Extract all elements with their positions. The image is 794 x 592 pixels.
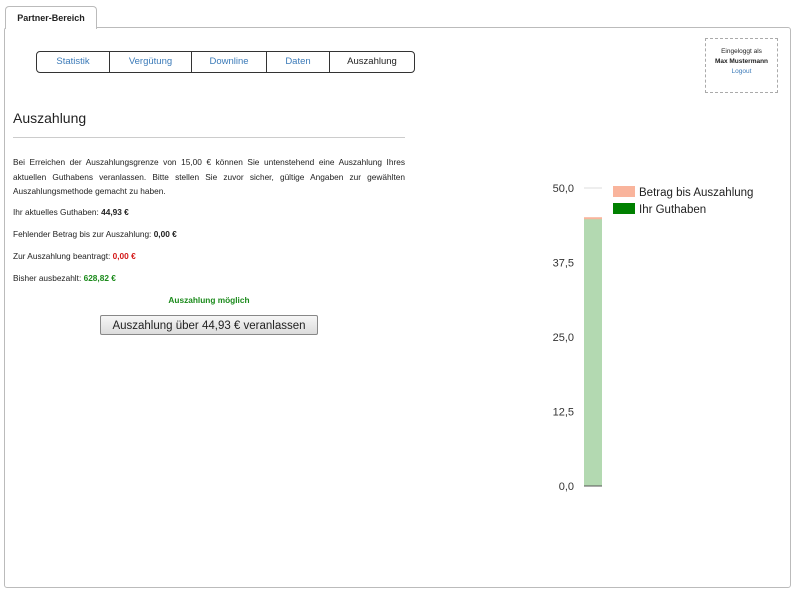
y-tick-label: 37,5 — [553, 258, 574, 270]
requested-label: Zur Auszahlung beantragt: — [13, 251, 111, 261]
nav-daten[interactable]: Daten — [267, 52, 330, 72]
legend-label: Ihr Guthaben — [639, 204, 706, 216]
y-tick-label: 25,0 — [553, 332, 574, 344]
y-tick-label: 12,5 — [553, 407, 574, 419]
divider — [13, 137, 405, 138]
page-title: Auszahlung — [13, 110, 87, 126]
request-payout-button[interactable]: Auszahlung über 44,93 € veranlassen — [100, 315, 318, 335]
legend-label: Betrag bis Auszahlung — [639, 187, 753, 199]
legend-swatch — [613, 203, 635, 214]
tab-partner-bereich[interactable]: Partner-Bereich — [5, 6, 97, 29]
missing-line: Fehlender Betrag bis zur Auszahlung: 0,0… — [13, 229, 177, 239]
payout-possible-text: Auszahlung möglich — [168, 295, 250, 305]
balance-label: Ihr aktuelles Guthaben: — [13, 207, 99, 217]
balance-line: Ihr aktuelles Guthaben: 44,93 € — [13, 207, 129, 217]
y-tick-label: 50,0 — [553, 183, 574, 195]
login-box: Eingeloggt als Max Mustermann Logout — [705, 38, 778, 93]
nav-statistik[interactable]: Statistik — [37, 52, 110, 72]
requested-line: Zur Auszahlung beantragt: 0,00 € — [13, 251, 136, 261]
legend-swatch — [613, 186, 635, 197]
login-status: Eingeloggt als — [721, 48, 762, 55]
login-user: Max Mustermann — [714, 58, 769, 65]
requested-value: 0,00 € — [112, 251, 136, 261]
missing-label: Fehlender Betrag bis zur Auszahlung: — [13, 229, 152, 239]
missing-value: 0,00 € — [153, 229, 177, 239]
nav-auszahlung[interactable]: Auszahlung — [330, 52, 414, 72]
paid-line: Bisher ausbezahlt: 628,82 € — [13, 273, 116, 283]
balance-value: 44,93 € — [101, 207, 129, 217]
balance-chart: 0,0 12,5 25,0 37,5 50,0 Betrag bis Auszahlung… — [553, 183, 754, 493]
paid-label: Bisher ausbezahlt: — [13, 273, 82, 283]
paid-value: 628,82 € — [83, 273, 116, 283]
description-text: Bei Erreichen der Auszahlungsgrenze von … — [13, 157, 405, 196]
nav-downline[interactable]: Downline — [192, 52, 267, 72]
section-nav: Statistik Vergütung Downline Daten Ausza… — [36, 51, 415, 73]
logout-link[interactable]: Logout — [706, 67, 777, 77]
bar-ihr-guthaben — [584, 218, 602, 486]
y-tick-label: 0,0 — [559, 481, 574, 493]
nav-verguetung[interactable]: Vergütung — [110, 52, 192, 72]
bar-top-marker — [584, 217, 602, 220]
